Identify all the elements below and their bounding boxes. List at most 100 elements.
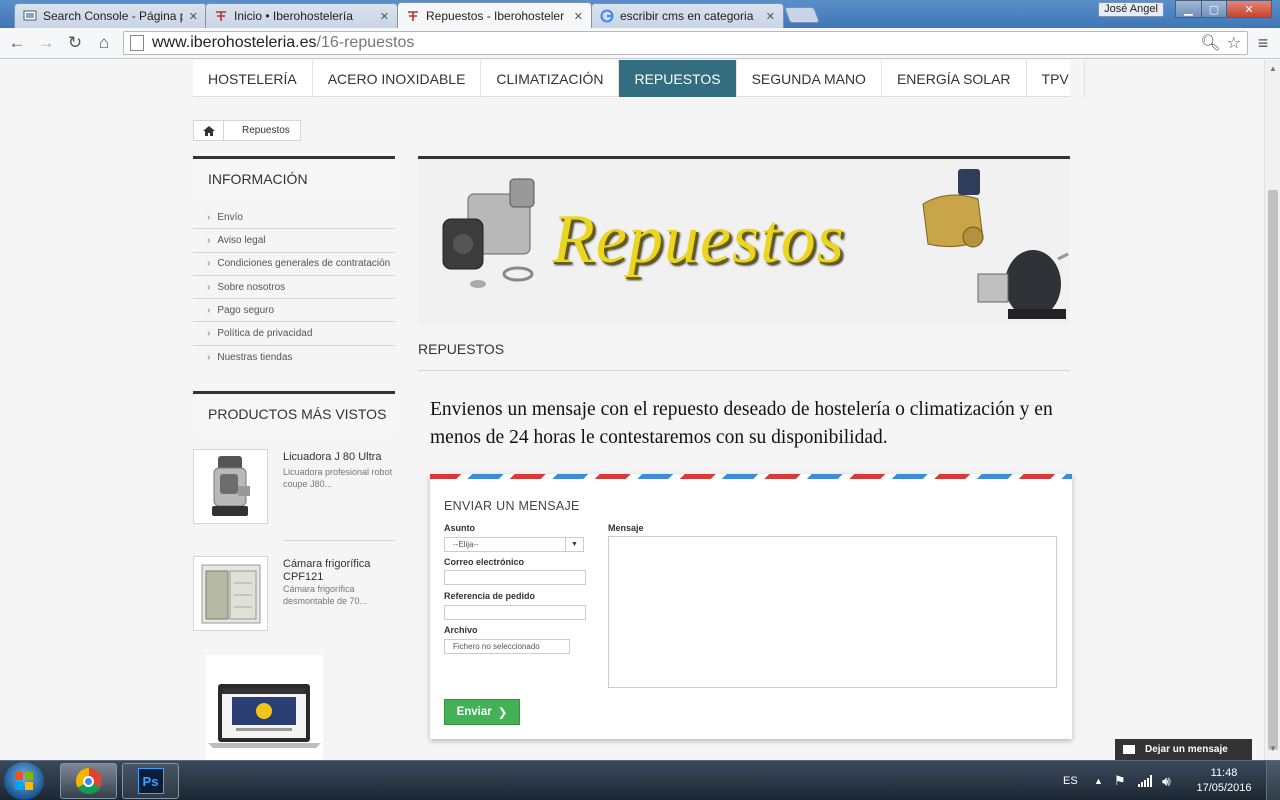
product-name[interactable]: Licuadora J 80 Ultra	[283, 451, 395, 464]
back-icon[interactable]: ←	[6, 32, 28, 54]
chevron-right-icon: ›	[207, 351, 211, 363]
info-link-sobre-nosotros[interactable]: › Sobre nosotros	[193, 276, 395, 300]
close-icon[interactable]: ✕	[574, 10, 583, 23]
order-reference-field[interactable]	[444, 605, 586, 620]
bookmark-star-icon[interactable]: ☆	[1227, 33, 1241, 53]
info-link-label: Envío	[217, 211, 243, 223]
info-list: › Envío › Aviso legal › Condiciones general…	[193, 206, 395, 369]
info-link-tiendas[interactable]: › Nuestras tiendas	[193, 346, 395, 369]
breadcrumb: Repuestos	[193, 120, 301, 141]
product-item: Cámara frigorífica CPF121 Cámara frigorí…	[193, 556, 395, 634]
compressor-image	[977, 250, 1069, 319]
product-description: Cámara frigorífica desmontable de 70...	[283, 584, 368, 606]
close-icon[interactable]: ✕	[380, 10, 389, 23]
menu-item-repuestos[interactable]: REPUESTOS	[619, 60, 737, 97]
chevron-right-icon: ›	[207, 328, 211, 340]
language-indicator[interactable]: ES	[1063, 761, 1078, 800]
main-menu: HOSTELERÍA ACERO INOXIDABLE CLIMATIZACIÓ…	[193, 60, 1085, 97]
laptop-ad-banner[interactable]	[206, 655, 323, 760]
menu-item-tpv[interactable]: TPV	[1027, 60, 1085, 97]
menu-item-hosteleria[interactable]: HOSTELERÍA	[193, 60, 313, 97]
divider	[283, 540, 395, 541]
reload-icon[interactable]: ↻	[64, 32, 86, 54]
info-link-label: Política de privacidad	[217, 328, 313, 340]
product-item: Licuadora J 80 Ultra Licuadora profesion…	[193, 449, 395, 527]
profile-button[interactable]: José Angel	[1098, 2, 1164, 17]
chevron-right-icon: ›	[207, 211, 211, 223]
page-icon	[130, 35, 144, 51]
minimize-button[interactable]: ▁	[1175, 0, 1202, 18]
subject-select[interactable]: --Elija-- ▼	[444, 537, 584, 552]
send-button[interactable]: Enviar ❯	[444, 699, 520, 725]
volume-icon[interactable]: 🔊︎	[1162, 761, 1171, 800]
send-label: Enviar	[456, 706, 492, 718]
clock-date: 17/05/2016	[1196, 782, 1252, 794]
clock[interactable]: 11:48 17/05/2016	[1192, 766, 1256, 796]
zoom-icon[interactable]: 🔍︎	[1200, 33, 1220, 53]
message-textarea[interactable]	[608, 536, 1057, 688]
chevron-right-icon: ›	[207, 304, 211, 316]
taskbar-photoshop[interactable]: Ps	[122, 763, 179, 799]
menu-item-acero-inoxidable[interactable]: ACERO INOXIDABLE	[313, 60, 482, 97]
maximize-button[interactable]: ▢	[1201, 0, 1227, 18]
form-title: ENVIAR UN MENSAJE	[444, 499, 580, 513]
close-window-button[interactable]: ✕	[1226, 0, 1272, 18]
leave-message-widget[interactable]: Dejar un mensaje	[1115, 739, 1252, 760]
show-desktop-button[interactable]	[1266, 761, 1280, 800]
order-label: Referencia de pedido	[444, 591, 536, 601]
viewed-block-title: PRODUCTOS MÁS VISTOS	[193, 391, 395, 434]
taskbar-chrome[interactable]	[60, 763, 117, 799]
intro-text: Envienos un mensaje con el repuesto dese…	[430, 399, 1053, 448]
scroll-up-icon[interactable]: ▲	[1269, 64, 1277, 73]
start-button[interactable]	[4, 762, 44, 800]
chevron-right-icon: ›	[207, 258, 211, 270]
info-link-envio[interactable]: › Envío	[193, 206, 395, 230]
info-link-privacidad[interactable]: › Política de privacidad	[193, 322, 395, 346]
page-scrollbar[interactable]: ▲ ▼	[1264, 60, 1280, 760]
close-icon[interactable]: ✕	[766, 10, 775, 23]
tab-search-console[interactable]: Search Console - Página p ✕	[14, 3, 207, 28]
menu-item-climatizacion[interactable]: CLIMATIZACIÓN	[481, 60, 620, 97]
chevron-right-icon: ❯	[497, 707, 508, 719]
tab-inicio[interactable]: Inicio • Iberohostelería ✕	[205, 3, 398, 28]
forward-icon[interactable]: →	[35, 32, 57, 54]
network-icon[interactable]	[1138, 761, 1152, 800]
new-tab-button[interactable]	[784, 7, 820, 23]
product-thumbnail[interactable]	[193, 449, 268, 524]
home-icon[interactable]	[194, 121, 224, 140]
info-link-pago-seguro[interactable]: › Pago seguro	[193, 299, 395, 323]
browser-toolbar: ← → ↻ ⌂ www.iberohosteleria.es/16-repues…	[0, 28, 1280, 59]
menu-item-segunda-mano[interactable]: SEGUNDA MANO	[737, 60, 882, 97]
close-icon[interactable]: ✕	[189, 10, 198, 23]
chrome-menu-icon[interactable]: ≡	[1254, 33, 1272, 53]
tab-label: Repuestos - Iberohosteler	[426, 9, 565, 23]
tab-google[interactable]: escribir cms en categoria ✕	[591, 3, 784, 28]
home-icon[interactable]: ⌂	[93, 32, 115, 54]
subject-value: --Elija--	[453, 540, 479, 549]
windows-taskbar: Ps ES ▲ ⚑ 🔊︎ 11:48 17/05/2016	[0, 760, 1280, 800]
email-label: Correo electrónico	[444, 557, 525, 567]
windows-logo-icon	[15, 772, 33, 790]
photoshop-icon: Ps	[137, 768, 164, 794]
tab-label: Search Console - Página p	[43, 9, 183, 23]
tab-repuestos[interactable]: Repuestos - Iberohosteler ✕	[397, 2, 592, 29]
info-link-condiciones[interactable]: › Condiciones generales de contratación	[193, 253, 395, 276]
email-field[interactable]	[444, 570, 586, 585]
solenoid-valve-image	[922, 169, 984, 248]
file-input[interactable]: Fichero no seleccionado	[444, 639, 570, 654]
leave-message-label: Dejar un mensaje	[1145, 744, 1228, 755]
iberohosteleria-favicon	[406, 9, 420, 23]
product-thumbnail[interactable]	[193, 556, 268, 631]
show-hidden-icons-icon[interactable]: ▲	[1094, 761, 1103, 800]
address-bar[interactable]: www.iberohosteleria.es/16-repuestos 🔍︎ ☆	[123, 31, 1248, 55]
info-link-aviso-legal[interactable]: › Aviso legal	[193, 229, 395, 253]
menu-item-energia-solar[interactable]: ENERGÍA SOLAR	[882, 60, 1027, 97]
scrollbar-thumb[interactable]	[1268, 190, 1278, 750]
info-link-label: Aviso legal	[217, 234, 266, 246]
product-description: Licuadora profesional robot coupe J80...	[283, 467, 393, 489]
scroll-down-icon[interactable]: ▼	[1269, 744, 1277, 753]
action-center-icon[interactable]: ⚑	[1114, 761, 1126, 800]
envelope-icon	[1123, 745, 1135, 754]
product-name[interactable]: Cámara frigorífica CPF121	[283, 558, 395, 584]
iberohosteleria-favicon	[214, 9, 228, 23]
